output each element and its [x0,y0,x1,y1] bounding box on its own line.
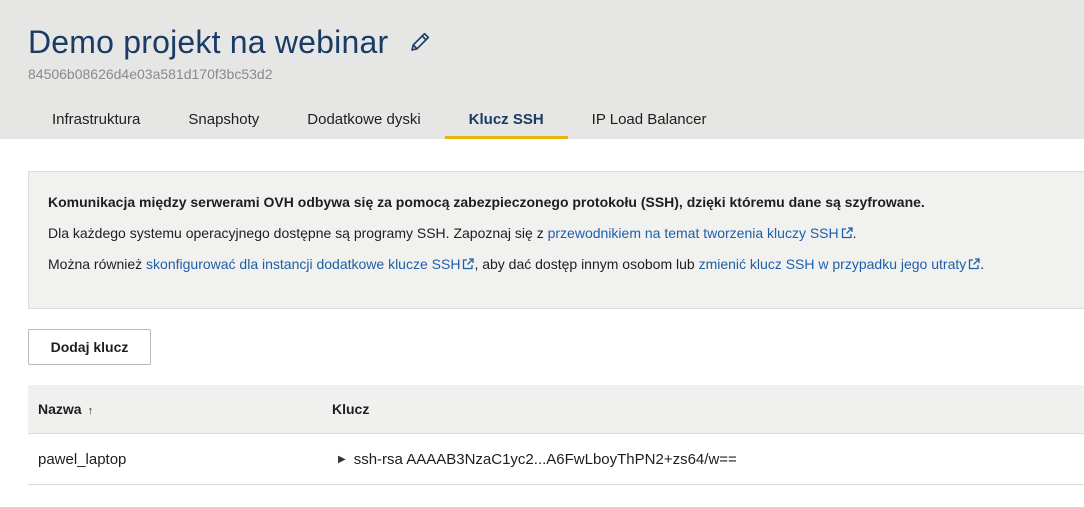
pencil-icon[interactable] [408,30,432,54]
tab-snapshoty[interactable]: Snapshoty [164,100,283,139]
caret-right-icon: ▶ [338,454,346,465]
external-link-icon [462,257,475,270]
tab-ip-load-balancer[interactable]: IP Load Balancer [568,100,731,139]
sort-ascending-icon: ↑ [87,405,94,417]
title-row: Demo projekt na webinar [28,22,432,62]
key-value-toggle[interactable]: ▶ ssh-rsa AAAAB3NzaC1yc2...A6FwLboyThPN2… [338,451,737,468]
column-header-name[interactable]: Nazwa ↑ [38,401,93,417]
info-text: Dla każdego systemu operacyjnego dostępn… [48,225,548,241]
column-header-label: Nazwa [38,401,82,417]
info-text: Można również [48,256,147,272]
ssh-info-box: Komunikacja między serwerami OVH odbywa … [28,171,1084,309]
info-line-intro: Komunikacja między serwerami OVH odbywa … [48,194,925,210]
key-name-cell: pawel_laptop [38,451,127,468]
add-key-button[interactable]: Dodaj klucz [28,329,151,365]
link-label: skonfigurować dla instancji dodatkowe kl… [146,256,461,272]
table-header: Nazwa ↑ Klucz [28,385,1084,434]
link-label: zmienić klucz SSH w przypadku jego utrat… [698,256,967,272]
info-text: . [980,256,985,272]
info-line-programs: Dla każdego systemu operacyjnego dostępn… [48,225,1084,256]
tab-infrastruktura[interactable]: Infrastruktura [28,100,164,139]
external-link-icon [968,257,980,270]
key-value-cell: ssh-rsa AAAAB3NzaC1yc2...A6FwLboyThPN2+z… [353,451,737,468]
tab-dodatkowe-dyski[interactable]: Dodatkowe dyski [283,100,444,139]
tab-bar: Infrastruktura Snapshoty Dodatkowe dyski… [28,100,730,139]
ssh-guide-link[interactable]: przewodnikiem na temat tworzenia kluczy … [548,225,853,241]
info-text: , aby dać dostęp innym osobom lub [474,256,699,272]
info-line-config: Można również skonfigurować dla instancj… [48,256,1084,287]
project-header: Demo projekt na webinar 84506b08626d4e03… [0,0,1084,139]
tab-klucz-ssh[interactable]: Klucz SSH [444,100,568,139]
link-label: przewodnikiem na temat tworzenia kluczy … [547,225,839,241]
table-row: pawel_laptop ▶ ssh-rsa AAAAB3NzaC1yc2...… [28,434,1084,485]
project-id: 84506b08626d4e03a581d170f3bc53d2 [28,66,273,82]
external-link-icon [841,226,853,239]
page-title: Demo projekt na webinar [28,24,389,60]
column-header-key: Klucz [332,401,370,417]
configure-keys-link[interactable]: skonfigurować dla instancji dodatkowe kl… [146,256,475,272]
ssh-keys-table: Nazwa ↑ Klucz pawel_laptop ▶ ssh-rsa AAAA… [28,385,1084,485]
info-text: . [852,225,857,241]
change-key-link[interactable]: zmienić klucz SSH w przypadku jego utrat… [699,256,981,272]
